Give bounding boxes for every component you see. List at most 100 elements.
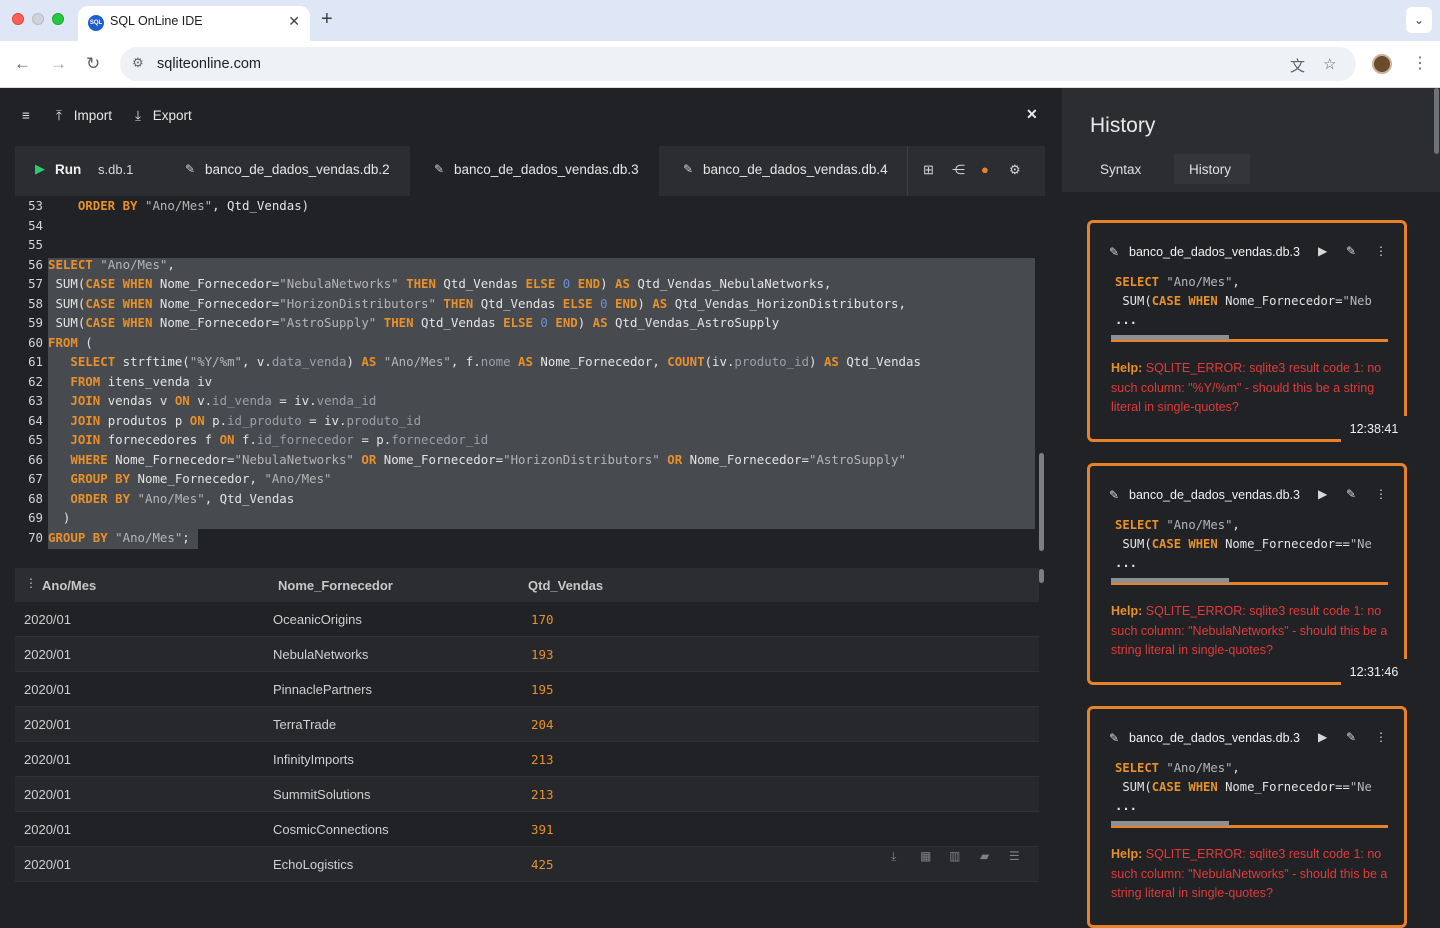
window-close-button[interactable] (12, 13, 24, 25)
share-icon[interactable]: ⋲ (952, 162, 965, 178)
browser-toolbar: ← → ↻ ⚙ sqliteonline.com 文 ☆ ⋮ (0, 41, 1440, 88)
play-icon: ▶ (35, 161, 45, 176)
new-tab-plus-icon[interactable]: + (321, 8, 333, 30)
export-button[interactable]: ⤓ Export (135, 108, 192, 124)
tab-db-1[interactable]: s.db.1 (98, 162, 133, 177)
profile-avatar[interactable] (1372, 54, 1392, 74)
edit-query-icon[interactable]: ✎ (1346, 244, 1356, 258)
edit-query-icon[interactable]: ✎ (1346, 730, 1356, 744)
code-line: 66 WHERE Nome_Fornecedor="NebulaNetworks… (28, 451, 906, 467)
pencil-icon: ✎ (1109, 488, 1120, 502)
edit-icon: ✎ (683, 162, 694, 176)
history-card[interactable]: ✎ banco_de_dados_vendas.db.3 ▶ ✎ ⋮ SELEC… (1087, 220, 1407, 442)
code-line: 59 SUM(CASE WHEN Nome_Fornecedor="AstroS… (28, 315, 780, 330)
code-line: 62 FROM itens_venda iv (28, 373, 213, 389)
card-menu-icon[interactable]: ⋮ (1375, 244, 1387, 258)
code-line: 67 GROUP BY Nome_Fornecedor, "Ano/Mes" (28, 471, 332, 486)
code-line: 60 FROM ( (28, 334, 93, 350)
code-line: 55 (28, 237, 43, 252)
run-button[interactable]: ▶ Run s.db.1 (15, 146, 161, 196)
run-query-play-icon[interactable]: ▶ (1318, 487, 1327, 501)
tab-syntax[interactable]: Syntax (1100, 154, 1160, 184)
bookmark-star-icon[interactable]: ☆ (1323, 55, 1336, 73)
window-maximize-button[interactable] (52, 13, 64, 25)
user-icon[interactable]: ● (981, 162, 989, 177)
table-view-icon[interactable]: ▦ (920, 849, 931, 863)
list-icon[interactable]: ☰ (1009, 849, 1020, 863)
code-line: 61 SELECT strftime("%Y/%m", v.data_venda… (28, 354, 921, 369)
download-icon[interactable]: ⤓ (891, 849, 896, 864)
run-query-play-icon[interactable]: ▶ (1318, 244, 1327, 258)
history-card-ellipsis: ... (1115, 556, 1138, 570)
browser-menu-icon[interactable]: ⋮ (1412, 53, 1428, 73)
chart-icon[interactable]: ▥ (949, 849, 960, 863)
history-title: History (1090, 114, 1156, 137)
translate-icon[interactable]: 文 (1290, 55, 1305, 76)
window-minimize-button[interactable] (32, 13, 44, 25)
import-label: Import (73, 108, 112, 123)
column-menu-icon[interactable]: ⋮ (25, 576, 37, 590)
tab-close-icon[interactable]: ✕ (288, 13, 300, 30)
history-scrollbar[interactable] (1434, 88, 1439, 154)
card-menu-icon[interactable]: ⋮ (1375, 487, 1387, 501)
export-label: Export (152, 108, 192, 123)
progress-bar-fill (1111, 821, 1229, 826)
code-line: 53 ORDER BY "Ano/Mes", Qtd_Vendas) (28, 198, 310, 213)
add-tab-icon[interactable]: ⊞ (923, 162, 934, 178)
edit-query-icon[interactable]: ✎ (1346, 487, 1356, 501)
code-line: 56 SELECT "Ano/Mes", (28, 256, 175, 272)
code-line: 63 JOIN vendas v ON v.id_venda = iv.vend… (28, 393, 377, 408)
history-card-db: banco_de_dados_vendas.db.3 (1129, 731, 1300, 745)
editor-tab-bar: ▶ Run s.db.1 ✎ banco_de_dados_vendas.db.… (15, 146, 1045, 196)
tab-db-4[interactable]: ✎ banco_de_dados_vendas.db.4 (659, 146, 908, 196)
column-header[interactable]: Nome_Fornecedor (278, 578, 393, 593)
history-card-code-line: SUM(CASE WHEN Nome_Fornecedor=="Ne (1115, 537, 1372, 551)
history-card-ellipsis: ... (1115, 799, 1138, 813)
code-line: 65 JOIN fornecedores f ON f.id_fornecedo… (28, 432, 489, 447)
table-row: 2020/01 NebulaNetworks 193 (15, 637, 1039, 672)
tab-db-3[interactable]: ✎ banco_de_dados_vendas.db.3 (410, 146, 659, 196)
import-button[interactable]: ⤒ Import (56, 108, 112, 124)
hamburger-menu-icon[interactable]: ≡ (22, 108, 30, 123)
code-line: 68 ORDER BY "Ano/Mes", Qtd_Vendas (28, 490, 295, 506)
column-header[interactable]: Qtd_Vendas (528, 578, 603, 593)
tab-db-2[interactable]: ✎ banco_de_dados_vendas.db.2 (161, 146, 410, 196)
reload-icon[interactable]: ↻ (86, 53, 100, 75)
browser-tab-active[interactable]: SQL SQL OnLine IDE ✕ (78, 6, 310, 41)
pencil-icon: ✎ (1109, 245, 1120, 259)
pencil-icon: ✎ (1109, 731, 1120, 745)
tab-search-chevron-icon[interactable]: ⌄ (1406, 7, 1432, 33)
address-bar[interactable]: ⚙ sqliteonline.com 文 ☆ (120, 47, 1356, 81)
back-arrow-icon[interactable]: ← (14, 53, 31, 75)
run-label: Run (55, 162, 82, 177)
table-row: 2020/01 OceanicOrigins 170 (15, 602, 1039, 637)
table-row: 2020/01 TerraTrade 204 (15, 707, 1039, 742)
history-card-time: 12:31:46 (1341, 659, 1407, 685)
book-icon[interactable]: ▰ (980, 849, 989, 863)
table-row: 2020/01 CosmicConnections 391 (15, 812, 1039, 847)
history-card[interactable]: ✎ banco_de_dados_vendas.db.3 ▶ ✎ ⋮ SELEC… (1087, 706, 1407, 928)
history-card-code-line: SUM(CASE WHEN Nome_Fornecedor=="Ne (1115, 780, 1372, 794)
settings-gear-icon[interactable]: ⚙ (1009, 162, 1021, 178)
import-icon: ⤒ (56, 108, 62, 123)
site-settings-icon[interactable]: ⚙ (132, 55, 144, 71)
forward-arrow-icon[interactable]: → (50, 53, 67, 75)
column-header[interactable]: Ano/Mes (42, 578, 96, 593)
tab-tools: ⊞ ⋲ ● ⚙ (907, 146, 1045, 196)
code-line: 70 GROUP BY "Ano/Mes"; (28, 529, 190, 545)
card-menu-icon[interactable]: ⋮ (1375, 730, 1387, 744)
editor-scrollbar[interactable] (1039, 453, 1044, 551)
history-card[interactable]: ✎ banco_de_dados_vendas.db.3 ▶ ✎ ⋮ SELEC… (1087, 463, 1407, 685)
export-icon: ⤓ (135, 108, 141, 123)
url-text[interactable]: sqliteonline.com (157, 56, 261, 72)
results-scrollbar[interactable] (1039, 569, 1044, 583)
editor-panel: ≡ ⤒ Import ⤓ Export ✕ ▶ Run s.db.1 ✎ ban… (0, 88, 1060, 900)
table-row: 2020/01 PinnaclePartners 195 (15, 672, 1039, 707)
history-list: ✎ banco_de_dados_vendas.db.3 ▶ ✎ ⋮ SELEC… (1062, 192, 1440, 928)
history-card-time: 12:38:41 (1341, 416, 1407, 442)
run-query-play-icon[interactable]: ▶ (1318, 730, 1327, 744)
close-icon[interactable]: ✕ (1026, 106, 1038, 123)
history-panel: History Syntax History ✎ banco_de_dados_… (1062, 88, 1440, 928)
sql-code-editor[interactable]: 53 ORDER BY "Ano/Mes", Qtd_Vendas) 54 55… (15, 196, 1045, 552)
tab-history[interactable]: History (1174, 154, 1250, 184)
